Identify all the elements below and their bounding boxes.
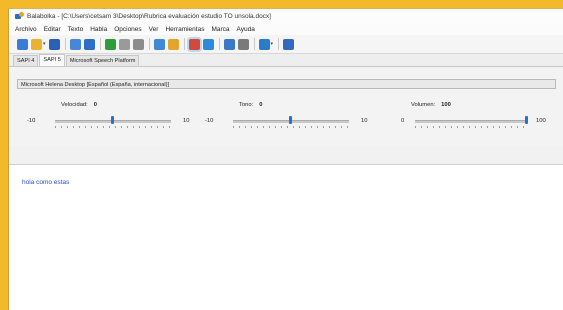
menu-archivo[interactable]: Archivo bbox=[15, 26, 37, 33]
menu-ver[interactable]: Ver bbox=[149, 26, 159, 33]
table-icon[interactable] bbox=[202, 38, 214, 50]
tab-sapi-4[interactable]: SAPI 4 bbox=[13, 55, 39, 66]
pitch-slider-thumb[interactable] bbox=[289, 116, 292, 124]
volume-label: Volumen: 100 bbox=[411, 102, 451, 108]
convert-icon[interactable] bbox=[167, 38, 179, 50]
open-dropdown-icon[interactable]: ▾ bbox=[43, 41, 46, 47]
globe-dropdown-icon[interactable]: ▾ bbox=[271, 41, 274, 47]
rate-label: Velocidad: 0 bbox=[61, 102, 97, 108]
window-title: Balabolka - [C:\Users\cetsam 3\Desktop\R… bbox=[27, 12, 271, 20]
menu-editar[interactable]: Editar bbox=[44, 26, 61, 33]
volume-slider-ticks bbox=[415, 126, 527, 128]
menu-bar: Archivo Editar Texto Habla Opciones Ver … bbox=[9, 23, 563, 35]
rate-min-label: -10 bbox=[27, 118, 36, 124]
toolbar-separator bbox=[218, 38, 220, 50]
help-icon[interactable] bbox=[283, 38, 295, 50]
volume-max-label: 100 bbox=[536, 118, 546, 124]
rate-max-label: 10 bbox=[183, 118, 190, 124]
pitch-min-label: -10 bbox=[205, 118, 214, 124]
pitch-max-label: 10 bbox=[361, 118, 368, 124]
text-editor[interactable]: hola como estas bbox=[9, 164, 563, 310]
new-file-icon[interactable] bbox=[17, 38, 28, 50]
rate-slider-ticks bbox=[55, 126, 171, 128]
menu-texto[interactable]: Texto bbox=[68, 26, 84, 33]
paste-icon[interactable] bbox=[83, 38, 95, 50]
copy-icon[interactable] bbox=[69, 38, 81, 50]
toolbar: ▾ ▾ bbox=[9, 35, 563, 54]
menu-herramientas[interactable]: Herramientas bbox=[165, 26, 204, 33]
pitch-slider-group: Tono: 0 -10 10 bbox=[205, 102, 375, 132]
balabolka-app-icon bbox=[15, 12, 24, 20]
title-bar: Balabolka - [C:\Users\cetsam 3\Desktop\R… bbox=[9, 9, 563, 23]
open-folder-icon[interactable] bbox=[31, 38, 42, 50]
play-icon[interactable] bbox=[104, 38, 116, 50]
toolbar-separator bbox=[183, 38, 185, 50]
clock-icon[interactable] bbox=[237, 38, 249, 50]
pitch-label: Tono: 0 bbox=[239, 102, 263, 108]
toolbar-separator bbox=[148, 38, 150, 50]
pitch-slider-ticks bbox=[233, 126, 349, 128]
rate-slider-group: Velocidad: 0 -10 10 bbox=[27, 102, 197, 132]
volume-slider-track[interactable] bbox=[415, 120, 527, 123]
toolbar-separator bbox=[278, 38, 280, 50]
menu-opciones[interactable]: Opciones bbox=[114, 26, 141, 33]
volume-slider-group: Volumen: 100 0 100 bbox=[393, 102, 563, 132]
tab-sapi-5[interactable]: SAPI 5 bbox=[39, 54, 65, 66]
toolbar-separator bbox=[99, 38, 101, 50]
globe-icon[interactable] bbox=[258, 38, 270, 50]
volume-min-label: 0 bbox=[401, 118, 405, 124]
rate-slider-thumb[interactable] bbox=[111, 116, 114, 124]
menu-marca[interactable]: Marca bbox=[211, 26, 229, 33]
pause-icon[interactable] bbox=[118, 38, 130, 50]
stop-icon[interactable] bbox=[132, 38, 144, 50]
menu-ayuda[interactable]: Ayuda bbox=[237, 26, 255, 33]
menu-habla[interactable]: Habla bbox=[90, 26, 107, 33]
toolbar-separator bbox=[64, 38, 66, 50]
voice-settings-panel: Microsoft Helena Desktop [Español (Españ… bbox=[9, 66, 563, 146]
pitch-value: 0 bbox=[259, 102, 263, 108]
balabolka-window: Balabolka - [C:\Users\cetsam 3\Desktop\R… bbox=[8, 8, 563, 310]
settings-icon[interactable] bbox=[223, 38, 235, 50]
rate-value: 0 bbox=[93, 102, 97, 108]
dictionary-icon[interactable] bbox=[153, 38, 165, 50]
toolbar-separator bbox=[253, 38, 255, 50]
volume-value: 100 bbox=[441, 102, 451, 108]
voice-select[interactable]: Microsoft Helena Desktop [Español (Españ… bbox=[17, 79, 556, 89]
tab-microsoft-speech-platform[interactable]: Microsoft Speech Platform bbox=[65, 55, 140, 66]
volume-slider-thumb[interactable] bbox=[525, 116, 528, 124]
engine-tabs: SAPI 4 SAPI 5 Microsoft Speech Platform bbox=[9, 54, 563, 66]
language-icon[interactable] bbox=[188, 38, 200, 50]
save-icon[interactable] bbox=[48, 38, 60, 50]
editor-text: hola como estas bbox=[22, 179, 70, 186]
